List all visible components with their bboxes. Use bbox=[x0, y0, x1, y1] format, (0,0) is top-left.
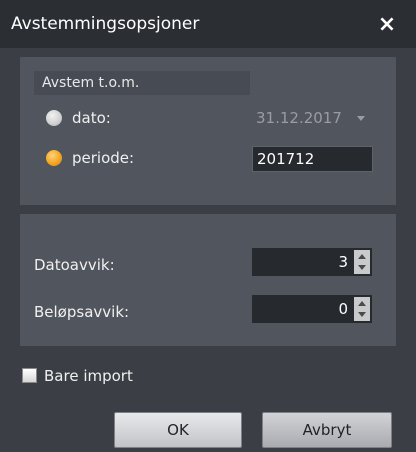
date-value: 31.12.2017 bbox=[256, 109, 342, 127]
period-input[interactable]: 201712 bbox=[252, 146, 373, 172]
belopsavvik-value[interactable]: 0 bbox=[338, 297, 348, 321]
cancel-button[interactable]: Avbryt bbox=[262, 412, 392, 448]
spin-up-icon[interactable] bbox=[358, 254, 366, 259]
spin-down-icon[interactable] bbox=[358, 265, 366, 270]
close-icon[interactable]: × bbox=[374, 12, 400, 38]
datoavvik-value[interactable]: 3 bbox=[338, 250, 348, 274]
bare-import-checkbox[interactable] bbox=[22, 368, 37, 383]
dialog-title: Avstemmingsopsjoner bbox=[11, 14, 200, 34]
chevron-down-icon bbox=[357, 116, 365, 121]
belopsavvik-spin-buttons[interactable] bbox=[354, 297, 370, 321]
avstem-group-panel: Avstem t.o.m. dato: 31.12.2017 periode: … bbox=[20, 57, 396, 205]
ok-button[interactable]: OK bbox=[114, 412, 242, 448]
dialog-window: Avstemmingsopsjoner × Avstem t.o.m. dato… bbox=[0, 0, 416, 452]
deviation-panel: Datoavvik: 3 Beløpsavvik: 0 bbox=[20, 214, 396, 346]
datoavvik-stepper[interactable]: 3 bbox=[252, 248, 372, 276]
datoavvik-label: Datoavvik: bbox=[34, 256, 115, 274]
spin-up-icon[interactable] bbox=[358, 301, 366, 306]
radio-dato[interactable] bbox=[46, 110, 62, 126]
bare-import-label[interactable]: Bare import bbox=[44, 366, 133, 386]
title-bar: Avstemmingsopsjoner × bbox=[0, 0, 416, 48]
date-dropdown: 31.12.2017 bbox=[252, 106, 373, 132]
radio-periode[interactable] bbox=[46, 150, 62, 166]
datoavvik-spin-buttons[interactable] bbox=[354, 250, 370, 274]
belopsavvik-stepper[interactable]: 0 bbox=[252, 295, 372, 323]
radio-periode-label[interactable]: periode: bbox=[72, 148, 134, 168]
radio-dato-label[interactable]: dato: bbox=[72, 108, 111, 128]
spin-down-icon[interactable] bbox=[358, 312, 366, 317]
group-title: Avstem t.o.m. bbox=[34, 71, 250, 95]
belopsavvik-label: Beløpsavvik: bbox=[34, 303, 130, 321]
